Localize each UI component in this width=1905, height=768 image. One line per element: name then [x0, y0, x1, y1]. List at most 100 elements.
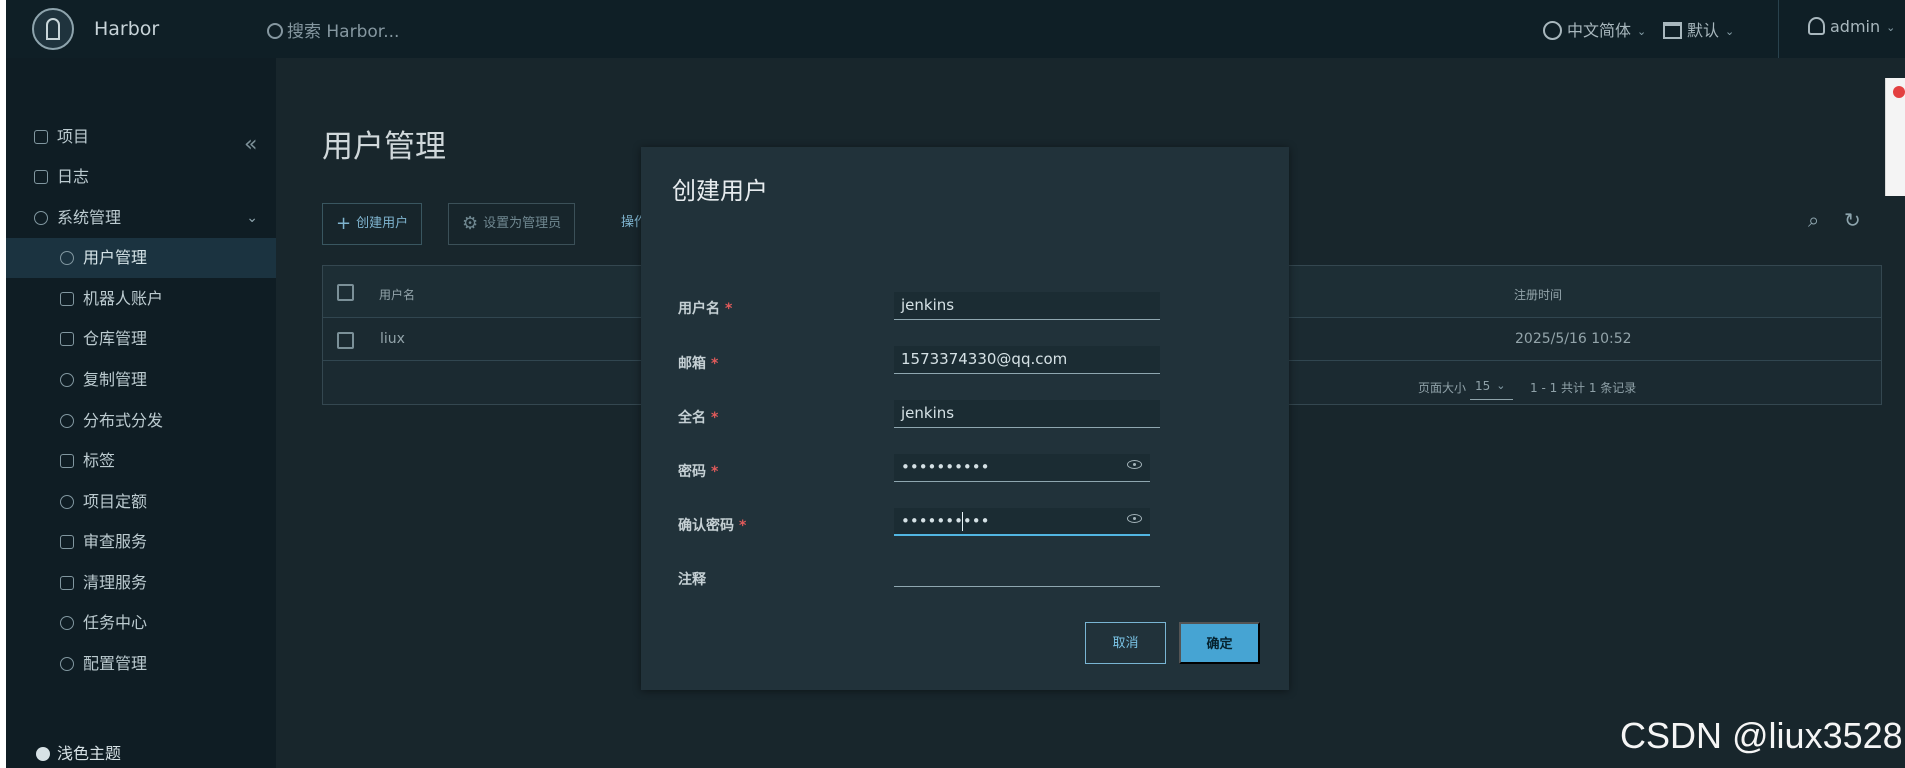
- search-icon[interactable]: ⌕: [1808, 208, 1819, 232]
- comment-label: 注释: [678, 572, 706, 588]
- default-label: 默认: [1687, 21, 1720, 40]
- shield-icon: [60, 535, 74, 549]
- fullname-label: 全名 *: [678, 407, 718, 427]
- chevron-down-icon: ⌄: [1637, 25, 1647, 38]
- sidebar-item-label: 仓库管理: [83, 329, 148, 348]
- search-icon: [267, 23, 283, 39]
- column-created-at[interactable]: 注册时间: [1514, 286, 1562, 303]
- total-records: 1 - 1 共计 1 条记录: [1530, 381, 1637, 395]
- registry-icon: [60, 332, 74, 346]
- row-checkbox[interactable]: [337, 332, 354, 349]
- show-confirm-password-eye-icon[interactable]: [1127, 514, 1142, 523]
- harbor-logo-icon[interactable]: [32, 8, 74, 50]
- cloud-icon: [60, 373, 74, 387]
- theme-toggle[interactable]: 浅色主题: [36, 740, 121, 764]
- text-cursor: [962, 512, 963, 531]
- column-username[interactable]: 用户名: [379, 286, 415, 303]
- refresh-icon[interactable]: ↻: [1844, 208, 1861, 232]
- app-name[interactable]: Harbor: [94, 18, 159, 40]
- create-user-dialog: 创建用户 用户名 * jenkins 邮箱 * 1573374330@qq.com …: [641, 147, 1289, 690]
- username-label: 用户名 *: [678, 298, 732, 318]
- sidebar-item-interrogation-services[interactable]: 审查服务: [6, 522, 276, 562]
- sun-icon: [36, 747, 50, 761]
- system-admin-icon: [34, 211, 48, 225]
- global-search[interactable]: 搜索 Harbor...: [267, 17, 399, 42]
- password-input[interactable]: ••••••••••: [894, 454, 1150, 482]
- date-format-selector[interactable]: 默认 ⌄: [1663, 17, 1734, 41]
- sidebar-item-labels[interactable]: 标签: [6, 441, 276, 481]
- sidebar-item-registries[interactable]: 仓库管理: [6, 319, 276, 359]
- user-icon: [1808, 17, 1825, 35]
- sidebar-item-configuration[interactable]: 配置管理: [6, 644, 276, 684]
- page-size-select[interactable]: 15 ⌄: [1470, 376, 1513, 400]
- page-title: 用户管理: [322, 129, 446, 165]
- sidebar-item-label: 审查服务: [83, 532, 148, 551]
- sidebar-item-clean-up[interactable]: 清理服务: [6, 563, 276, 603]
- projects-icon: [34, 130, 48, 144]
- user-menu[interactable]: admin ⌄: [1808, 17, 1895, 36]
- sidebar-item-distributions[interactable]: 分布式分发: [6, 401, 276, 441]
- sidebar-item-projects[interactable]: 项目: [6, 117, 276, 157]
- sidebar-item-replications[interactable]: 复制管理: [6, 360, 276, 400]
- sidebar-item-users[interactable]: 用户管理: [6, 238, 276, 278]
- lighthouse-icon: [46, 18, 60, 40]
- sidebar-item-label: 任务中心: [83, 613, 148, 632]
- calendar-icon: [1663, 22, 1682, 39]
- comment-input[interactable]: [894, 572, 1160, 587]
- required-marker: *: [711, 356, 719, 372]
- password-label-text: 密码: [678, 464, 706, 480]
- top-divider: [1778, 0, 1779, 58]
- confirm-password-value: ••••••••••: [901, 512, 990, 530]
- required-marker: *: [725, 301, 733, 317]
- task-icon: [60, 616, 74, 630]
- sidebar-item-project-quotas[interactable]: 项目定额: [6, 482, 276, 522]
- quota-icon: [60, 495, 74, 509]
- password-value: ••••••••••: [901, 458, 990, 476]
- sidebar-item-label: 分布式分发: [83, 411, 164, 430]
- username-input[interactable]: jenkins: [894, 292, 1160, 320]
- confirm-password-label-text: 确认密码: [678, 518, 734, 534]
- chevron-down-icon: ⌄: [1496, 379, 1506, 392]
- set-admin-label: 设置为管理员: [483, 216, 562, 231]
- sidebar-item-system-admin[interactable]: 系统管理 ⌄: [6, 198, 276, 238]
- language-label: 中文简体: [1567, 21, 1632, 40]
- create-user-button[interactable]: + 创建用户: [322, 203, 423, 245]
- confirm-password-label: 确认密码 *: [678, 515, 746, 535]
- sidebar-item-job-service[interactable]: 任务中心: [6, 603, 276, 643]
- cancel-button[interactable]: 取消: [1085, 622, 1166, 664]
- email-input[interactable]: 1573374330@qq.com: [894, 346, 1160, 374]
- confirm-button[interactable]: 确定: [1179, 622, 1260, 664]
- sidebar: « 项目 日志 系统管理 ⌄ 用户管理 机器人账户 仓库管理 复制管理 分布式分发…: [6, 58, 276, 768]
- sidebar-item-label: 配置管理: [83, 654, 148, 673]
- dialog-title: 创建用户: [672, 177, 768, 205]
- email-label-text: 邮箱: [678, 356, 706, 372]
- side-feedback-tab[interactable]: [1885, 78, 1905, 196]
- sidebar-item-label: 项目定额: [83, 492, 148, 511]
- confirm-password-input[interactable]: ••••••••••: [894, 508, 1150, 536]
- sidebar-item-label: 复制管理: [83, 370, 148, 389]
- select-all-checkbox[interactable]: [337, 284, 354, 301]
- sidebar-item-robot-accounts[interactable]: 机器人账户: [6, 279, 276, 319]
- trash-icon: [60, 576, 74, 590]
- plus-icon: +: [336, 213, 352, 234]
- users-icon: [60, 251, 74, 265]
- show-password-eye-icon[interactable]: [1127, 460, 1142, 469]
- fullname-input[interactable]: jenkins: [894, 400, 1160, 428]
- admin-icon: ⚙: [462, 213, 479, 234]
- required-marker: *: [711, 410, 719, 426]
- page-size-label: 页面大小: [1418, 381, 1467, 395]
- username-label-text: 用户名: [678, 301, 720, 317]
- search-placeholder: 搜索 Harbor...: [287, 22, 400, 42]
- gear-icon: [60, 657, 74, 671]
- sidebar-item-logs[interactable]: 日志: [6, 157, 276, 197]
- set-admin-button[interactable]: ⚙ 设置为管理员: [448, 203, 576, 245]
- sidebar-item-label: 日志: [57, 167, 90, 186]
- harbor-window: Harbor 搜索 Harbor... 中文简体 ⌄ 默认 ⌄ admin ⌄ « 项…: [6, 0, 1905, 768]
- password-label: 密码 *: [678, 461, 718, 481]
- share-icon: [60, 414, 74, 428]
- sidebar-item-label: 标签: [83, 451, 116, 470]
- notification-dot-icon: [1893, 86, 1905, 98]
- robot-icon: [60, 292, 74, 306]
- theme-label: 浅色主题: [57, 744, 122, 763]
- language-selector[interactable]: 中文简体 ⌄: [1543, 17, 1646, 41]
